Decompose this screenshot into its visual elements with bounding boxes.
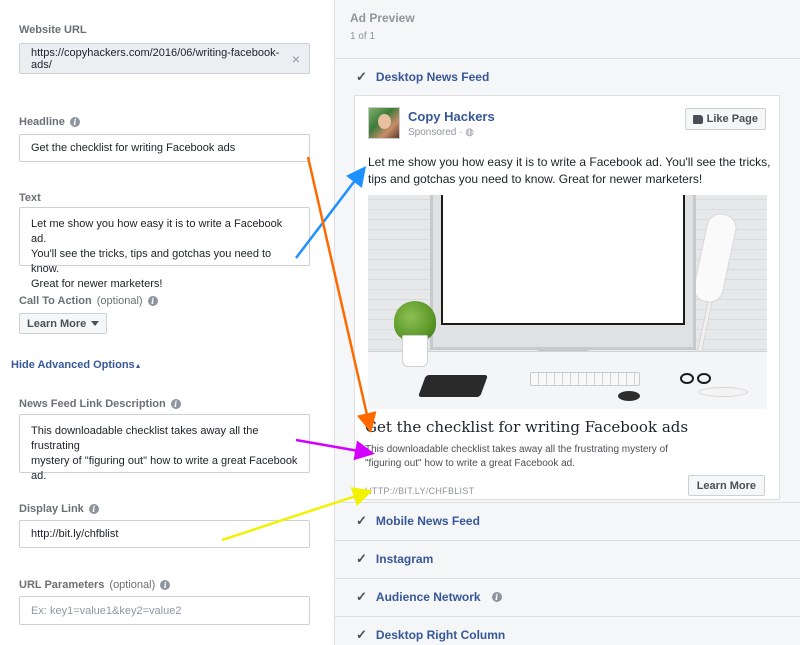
- learn-more-button[interactable]: Learn More: [687, 475, 765, 496]
- caret-down-icon: [91, 321, 100, 326]
- check-icon: ✓: [356, 68, 367, 84]
- ad-image[interactable]: [368, 195, 767, 409]
- info-icon[interactable]: i: [147, 296, 158, 306]
- ad-form-panel: Website URL https://copyhackers.com/2016…: [0, 0, 334, 645]
- call-to-action-dropdown[interactable]: Learn More: [19, 313, 108, 334]
- call-to-action-label: Call To Action (optional) i: [19, 295, 158, 307]
- sponsored-label: Sponsored · ◍: [408, 127, 474, 138]
- preview-title: Ad Preview: [350, 11, 415, 25]
- text-input[interactable]: Let me show you how easy it is to write …: [19, 207, 310, 290]
- glasses-shape: [680, 373, 714, 385]
- section-audience-network[interactable]: ✓ Audience Network i: [335, 578, 800, 614]
- keyboard-shape: [530, 372, 640, 386]
- link-description-input[interactable]: This downloadable checklist takes away a…: [19, 414, 310, 482]
- website-url-label: Website URL: [19, 24, 87, 36]
- display-link-input[interactable]: http://bit.ly/chfblist: [19, 520, 310, 548]
- website-url-value: https://copyhackers.com/2016/06/writing-…: [31, 46, 280, 71]
- ad-preview-card: Copy Hackers Sponsored · ◍ Like Page Let…: [354, 95, 780, 500]
- section-desktop-news-feed[interactable]: ✓ Desktop News Feed: [335, 58, 800, 94]
- section-mobile-news-feed[interactable]: ✓ Mobile News Feed: [335, 502, 800, 538]
- text-label: Text: [19, 192, 41, 204]
- mouse-shape: [618, 391, 640, 401]
- link-description-label: News Feed Link Description i: [19, 398, 181, 410]
- headline-input[interactable]: Get the checklist for writing Facebook a…: [19, 134, 310, 162]
- check-icon: ✓: [356, 512, 367, 528]
- ad-headline[interactable]: Get the checklist for writing Facebook a…: [365, 418, 688, 436]
- hide-advanced-options-link[interactable]: Hide Advanced Options▲: [11, 359, 142, 371]
- ad-link-description: This downloadable checklist takes away a…: [365, 444, 668, 469]
- info-icon[interactable]: i: [491, 591, 502, 602]
- avatar[interactable]: [368, 107, 400, 139]
- globe-icon: ◍: [465, 127, 474, 138]
- tablet-shape: [417, 375, 489, 397]
- like-page-button[interactable]: Like Page: [684, 108, 766, 130]
- section-desktop-right-column[interactable]: ✓ Desktop Right Column: [335, 616, 800, 645]
- url-parameters-label: URL Parameters (optional) i: [19, 579, 171, 591]
- ad-preview-panel: Ad Preview 1 of 1 ✓ Desktop News Feed Co…: [334, 0, 800, 645]
- info-icon[interactable]: i: [69, 117, 80, 127]
- call-to-action-value: Learn More: [27, 317, 87, 330]
- info-icon[interactable]: i: [88, 504, 99, 514]
- section-instagram[interactable]: ✓ Instagram: [335, 540, 800, 576]
- caret-up-icon: ▲: [134, 363, 142, 370]
- thumbs-up-icon: [692, 114, 703, 124]
- check-icon: ✓: [356, 550, 367, 566]
- ad-display-link: HTTP://BIT.LY/CHFBLIST: [365, 486, 475, 496]
- website-url-input[interactable]: https://copyhackers.com/2016/06/writing-…: [19, 43, 310, 74]
- page-name-link[interactable]: Copy Hackers: [408, 109, 495, 124]
- display-link-label: Display Link i: [19, 503, 99, 515]
- url-parameters-input[interactable]: Ex: key1=value1&key2=value2: [19, 596, 310, 625]
- clear-icon[interactable]: ×: [292, 51, 300, 67]
- check-icon: ✓: [356, 626, 367, 642]
- check-icon: ✓: [356, 588, 367, 604]
- ad-primary-text: Let me show you how easy it is to write …: [368, 155, 771, 186]
- headline-value: Get the checklist for writing Facebook a…: [31, 142, 236, 154]
- info-icon[interactable]: i: [170, 399, 181, 409]
- url-parameters-placeholder: Ex: key1=value1&key2=value2: [31, 604, 182, 617]
- headline-label: Headline i: [19, 116, 80, 128]
- preview-count: 1 of 1: [350, 31, 376, 42]
- display-link-value: http://bit.ly/chfblist: [31, 528, 119, 540]
- info-icon[interactable]: i: [160, 580, 171, 590]
- monitor-shape: [430, 195, 696, 350]
